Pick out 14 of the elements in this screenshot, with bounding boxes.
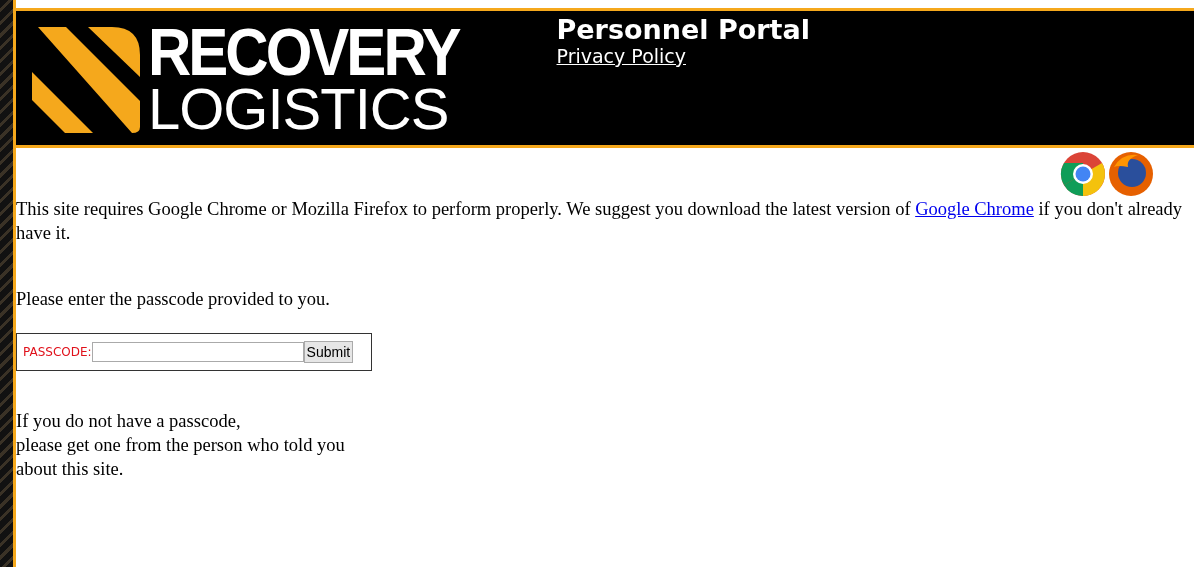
privacy-policy-link[interactable]: Privacy Policy — [556, 45, 686, 67]
browser-requirement-text: This site requires Google Chrome or Mozilla Firefox to perform properly. We suggest you download the latest version of Google Chrome if you don't already have it. — [16, 198, 1184, 245]
submit-button[interactable]: Submit — [303, 341, 354, 363]
firefox-browser-icon — [1108, 151, 1154, 197]
logo-text: RECOVERY — [148, 21, 459, 84]
passcode-label: PASSCODE: — [23, 344, 92, 361]
diagonal-stripes-icon — [32, 27, 140, 134]
instruction-text: Please enter the passcode provided to you. — [16, 288, 331, 311]
portal-title: Personnel Portal — [556, 14, 810, 45]
passcode-field[interactable] — [91, 342, 304, 362]
google-chrome-link[interactable]: Google Chrome — [915, 199, 1034, 219]
logo-text: LOGISTICS — [148, 81, 450, 137]
chrome-browser-icon — [1060, 151, 1106, 197]
help-text: If you do not have a passcode, please get one from the person who told you about this site. — [16, 410, 346, 481]
